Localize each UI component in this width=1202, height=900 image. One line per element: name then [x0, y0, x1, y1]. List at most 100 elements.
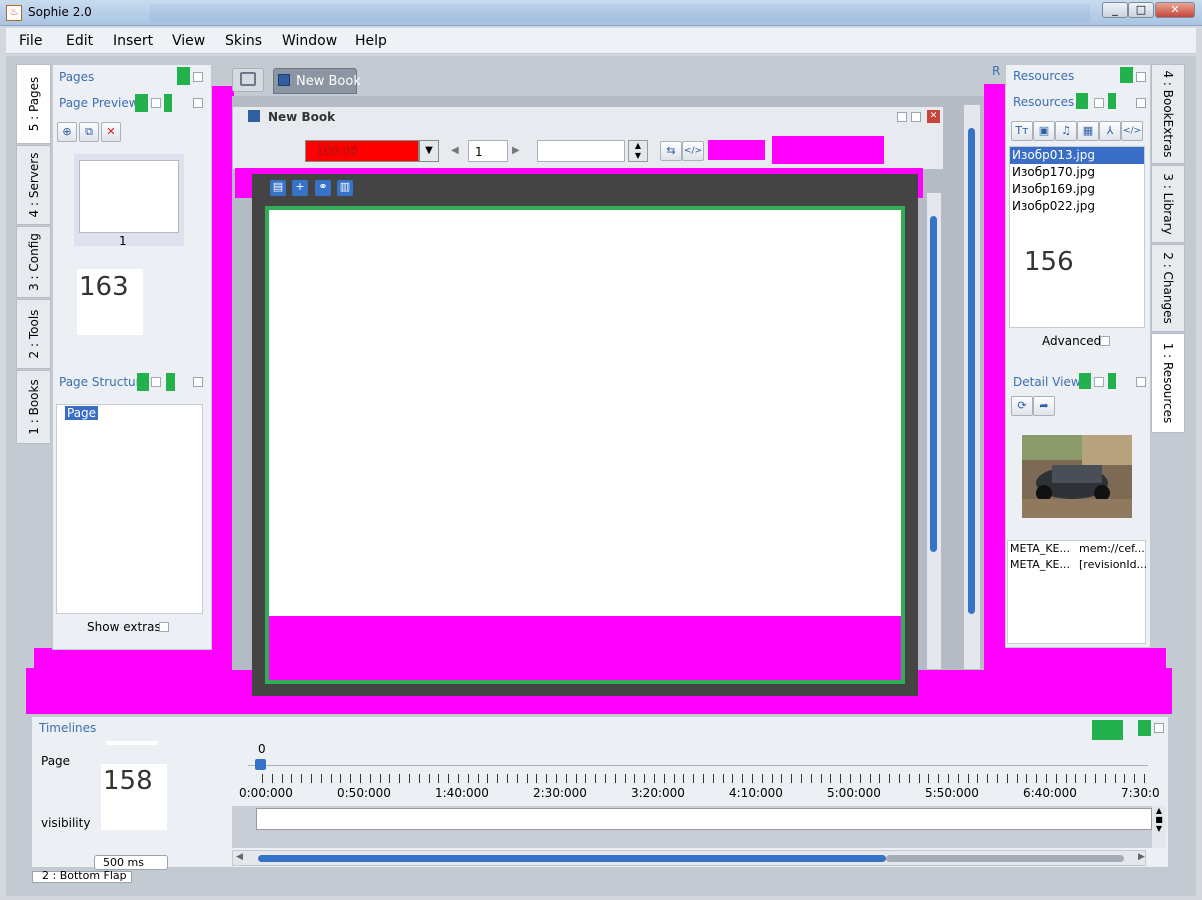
timeline-tick: [1105, 774, 1106, 783]
page-thumbnail[interactable]: [79, 160, 179, 233]
visibility-track[interactable]: [256, 808, 1152, 830]
tab-books[interactable]: 1 : Books: [16, 370, 51, 444]
menu-insert[interactable]: Insert: [113, 33, 153, 49]
timeline-playhead[interactable]: [255, 759, 266, 770]
timeline-tick: [438, 774, 439, 783]
resource-item[interactable]: Изобр170.jpg: [1010, 164, 1095, 181]
close-window-button[interactable]: ✕: [1155, 2, 1195, 18]
tab-bookextras-label: 4 : BookExtras: [1161, 70, 1175, 158]
structure-checkbox[interactable]: [151, 377, 161, 387]
image-resource-icon[interactable]: ▣: [1033, 121, 1055, 141]
add-element-icon[interactable]: +: [292, 180, 308, 196]
link-icon[interactable]: ⚭: [315, 180, 331, 196]
menu-file[interactable]: File: [19, 33, 42, 49]
track-scroll[interactable]: ▲ ■ ▼: [1152, 806, 1166, 848]
highlight-page-bottom: [269, 616, 901, 680]
copy-page-icon[interactable]: ⧉: [79, 122, 99, 142]
tab-resources[interactable]: 1 : Resources: [1151, 333, 1185, 433]
panel-close-icon[interactable]: [193, 72, 203, 82]
menu-skins[interactable]: Skins: [225, 33, 262, 49]
timeline-tick: [291, 774, 292, 783]
timeline-tick: [987, 774, 988, 783]
timeline-tick: [487, 774, 488, 783]
tab-pages[interactable]: 5 : Pages: [16, 64, 51, 144]
highlight-right-strip: [984, 84, 1006, 674]
scroll-left-arrow[interactable]: ◀: [236, 852, 243, 862]
advanced-checkbox[interactable]: [1100, 336, 1110, 346]
export-icon[interactable]: ➦: [1033, 396, 1055, 416]
pdf-resource-icon[interactable]: ⅄: [1099, 121, 1121, 141]
book-page[interactable]: [265, 206, 905, 684]
zoom-dropdown-arrow[interactable]: ▼: [419, 140, 439, 162]
delete-page-icon[interactable]: ✕: [101, 122, 121, 142]
menu-edit[interactable]: Edit: [66, 33, 93, 49]
zoom-field[interactable]: 100,00: [305, 140, 419, 162]
desktop-scrollbar-thumb[interactable]: [968, 128, 975, 614]
pages-panel-title: Pages: [59, 70, 95, 84]
timeline-tick: [585, 774, 586, 783]
maximize-button[interactable]: □: [1128, 2, 1154, 18]
stepper-arrows[interactable]: ▲ ▼: [628, 140, 648, 162]
resource-item[interactable]: Изобр022.jpg: [1010, 198, 1095, 215]
preview-checkbox[interactable]: [151, 98, 161, 108]
green-marker: [1079, 373, 1091, 389]
detail-checkbox[interactable]: [1094, 377, 1104, 387]
timeline-tick: [683, 774, 684, 783]
timeline-tick: [448, 774, 449, 783]
video-resource-icon[interactable]: ▦: [1077, 121, 1099, 141]
tab-bookextras[interactable]: 4 : BookExtras: [1151, 64, 1185, 164]
show-extras-checkbox[interactable]: [159, 622, 169, 632]
tab-config[interactable]: 3 : Config: [16, 226, 51, 298]
panel-close-icon[interactable]: [193, 98, 203, 108]
green-marker: [1138, 720, 1151, 736]
page-number-field[interactable]: 1: [468, 140, 508, 162]
tab-changes[interactable]: 2 : Changes: [1151, 244, 1185, 332]
menu-window[interactable]: Window: [282, 33, 337, 49]
scroll-right-arrow[interactable]: ▶: [1138, 852, 1145, 862]
panel-close-icon[interactable]: [1136, 98, 1146, 108]
menu-help[interactable]: Help: [355, 33, 387, 49]
timeline-hscroll-thumb[interactable]: [258, 855, 886, 862]
timeline-tick: [762, 774, 763, 783]
search-field[interactable]: [537, 140, 625, 162]
tab-library[interactable]: 3 : Library: [1151, 165, 1185, 243]
overlay-number: 156: [1024, 247, 1074, 277]
html-resource-icon[interactable]: </>: [1121, 121, 1143, 141]
panel-close-icon[interactable]: [193, 377, 203, 387]
panel-close-icon[interactable]: [1154, 723, 1164, 733]
timeline-tick: [1036, 774, 1037, 783]
structure-item-page[interactable]: Page: [65, 406, 99, 420]
timeline-tick: [811, 774, 812, 783]
timeline-tick: [409, 774, 410, 783]
prev-page-arrow[interactable]: ◀: [451, 145, 459, 156]
resource-item[interactable]: Изобр013.jpg: [1010, 147, 1144, 164]
highlight-left-strip: [210, 86, 234, 666]
panel-close-icon[interactable]: [1136, 377, 1146, 387]
menu-view[interactable]: View: [172, 33, 205, 49]
book-window-title: New Book: [268, 110, 336, 124]
new-frame-icon[interactable]: ▤: [270, 180, 286, 196]
minimize-button[interactable]: _: [1102, 2, 1128, 18]
timeline-tick: [654, 774, 655, 783]
refresh-icon[interactable]: ⟳: [1011, 396, 1033, 416]
chart-icon[interactable]: ▥: [337, 180, 353, 196]
audio-resource-icon[interactable]: ♫: [1055, 121, 1077, 141]
tab-tools[interactable]: 2 : Tools: [16, 299, 51, 369]
tab-tools-label: 2 : Tools: [26, 309, 41, 359]
maximize-icon[interactable]: [911, 112, 921, 122]
close-book-icon[interactable]: ✕: [927, 110, 940, 123]
sync-icon[interactable]: ⇆: [660, 141, 682, 161]
page-scrollbar-thumb[interactable]: [930, 216, 937, 552]
resource-item[interactable]: Изобр169.jpg: [1010, 181, 1095, 198]
interval-select[interactable]: 500 ms: [94, 855, 168, 870]
resources-checkbox[interactable]: [1094, 98, 1104, 108]
panel-close-icon[interactable]: [1136, 72, 1146, 82]
text-resource-icon[interactable]: Tт: [1011, 121, 1033, 141]
restore-icon[interactable]: [897, 112, 907, 122]
next-page-arrow[interactable]: ▶: [512, 145, 520, 156]
timeline-tick: [723, 774, 724, 783]
tab-servers[interactable]: 4 : Servers: [16, 145, 51, 225]
add-page-icon[interactable]: ⊕: [57, 122, 77, 142]
resources-panel-title: Resources: [1013, 69, 1075, 83]
code-view-icon[interactable]: </>: [682, 141, 704, 161]
